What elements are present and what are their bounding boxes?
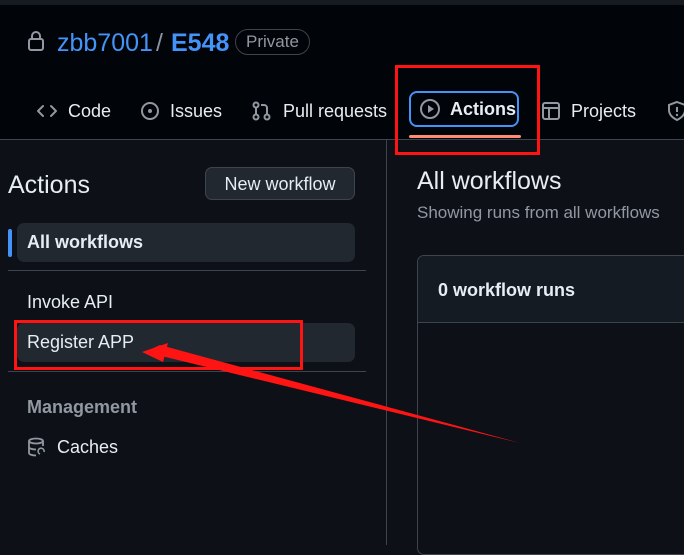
workflow-runs-count: 0 workflow runs [438,280,576,300]
page-title: All workflows [417,167,562,195]
tab-issues-label: Issues [170,101,223,121]
lock-icon [28,31,44,51]
tab-code[interactable]: Code [36,96,111,126]
shield-icon [668,100,684,122]
database-icon [28,437,45,457]
tab-pull-requests[interactable]: Pull requests [251,96,387,126]
nav-workflow-invoke-api[interactable]: Invoke API [17,283,355,322]
repo-owner-link[interactable]: zbb7001 [57,28,153,58]
tab-issues[interactable]: Issues [140,96,222,126]
active-nav-indicator [8,229,12,257]
new-workflow-button[interactable]: New workflow [205,167,355,200]
annotation-box-register-app [14,320,303,370]
tab-code-label: Code [68,101,112,121]
layout-divider [386,140,387,545]
sidebar-title: Actions [8,171,90,199]
annotation-box-actions-tab [395,65,540,155]
nav-caches-label: Caches [57,437,119,457]
sidebar-divider [8,371,366,372]
header-divider [0,139,684,140]
nav-all-workflows[interactable]: All workflows [17,223,355,262]
sidebar-divider [8,270,366,271]
tab-pull-requests-label: Pull requests [283,101,388,121]
tab-security[interactable] [667,96,684,126]
visibility-badge: Private [235,29,310,55]
table-icon [542,102,560,120]
tab-projects-label: Projects [571,101,637,121]
code-icon [37,105,57,117]
repo-name-link[interactable]: E548 [171,28,229,58]
tab-projects[interactable]: Projects [541,96,636,126]
pull-request-icon [252,101,271,121]
nav-caches[interactable]: Caches [27,436,118,458]
issue-icon [141,102,159,120]
top-strip [0,0,684,5]
management-heading: Management [27,397,138,417]
page-subtitle: Showing runs from all workflows [417,203,660,222]
repo-path-separator: / [156,29,163,57]
